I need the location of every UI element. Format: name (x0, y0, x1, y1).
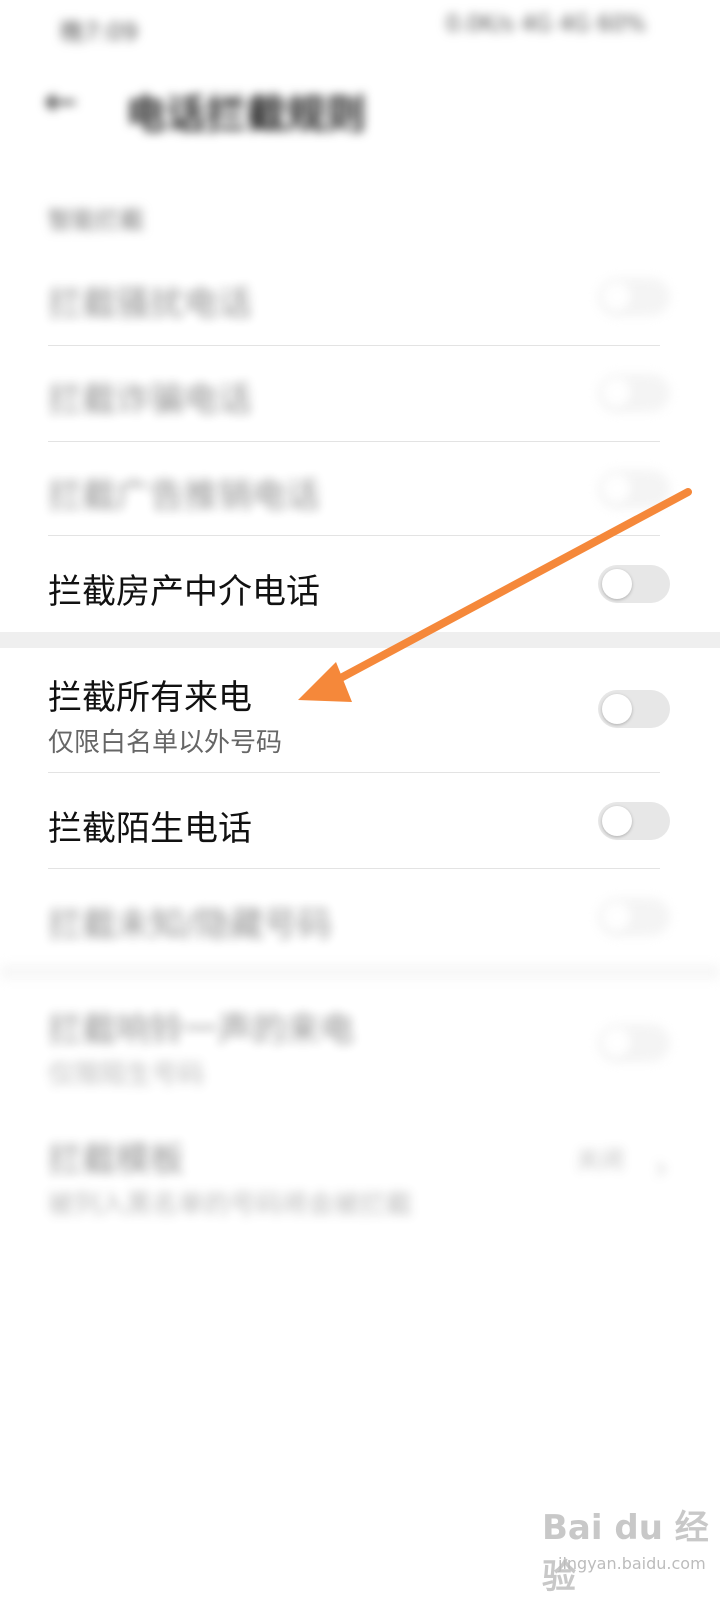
settings-row-block-hidden-numbers[interactable]: 拦截未知/隐藏号码 (0, 869, 720, 964)
status-bar: 晚7:09 0.0K/s 4G 4G 60% (0, 0, 720, 50)
status-time: 晚7:09 (60, 18, 138, 46)
settings-row-block-strangers[interactable]: 拦截陌生电话 (0, 773, 720, 868)
toggle-knob (602, 282, 632, 312)
baidu-jingyan-watermark: Bai du 经验 (542, 1508, 709, 1597)
watermark-url: jingyan.baidu.com (558, 1554, 706, 1573)
section-gap (0, 632, 720, 648)
toggle-knob (602, 474, 632, 504)
settings-row-block-real-estate[interactable]: 拦截房产中介电话 (0, 536, 720, 632)
settings-row-block-one-ring[interactable]: 拦截响铃一声的来电 仅限陌生号码 (0, 982, 720, 1102)
toggle-knob (602, 378, 632, 408)
toggle-switch[interactable] (598, 470, 670, 508)
row-title: 拦截未知/隐藏号码 (48, 905, 332, 945)
toggle-switch[interactable] (598, 1024, 670, 1062)
section-label: 智能拦截 (48, 206, 144, 234)
header: ← 电话拦截规则 (0, 68, 720, 148)
row-title: 拦截诈骗电话 (48, 380, 252, 420)
row-subtitle: 仅限白名单以外号码 (48, 728, 283, 758)
toggle-knob (602, 806, 632, 836)
row-value: 关闭 (576, 1146, 624, 1174)
settings-row-block-ads[interactable]: 拦截广告推销电话 (0, 442, 720, 535)
toggle-knob (602, 569, 632, 599)
page-title: 电话拦截规则 (126, 92, 366, 138)
toggle-switch[interactable] (598, 802, 670, 840)
toggle-switch[interactable] (598, 690, 670, 728)
row-title: 拦截响铃一声的来电 (48, 1010, 354, 1050)
row-title: 拦截模板 (48, 1140, 184, 1180)
status-indicators: 0.0K/s 4G 4G 60% (445, 12, 646, 37)
back-arrow-icon[interactable]: ← (44, 80, 88, 124)
toggle-switch[interactable] (598, 565, 670, 603)
settings-row-block-all-calls[interactable]: 拦截所有来电 仅限白名单以外号码 (0, 648, 720, 772)
chevron-right-icon: › (654, 1148, 668, 1188)
row-subtitle: 仅限陌生号码 (48, 1060, 205, 1090)
toggle-knob (602, 1028, 632, 1058)
row-title: 拦截骚扰电话 (48, 284, 252, 324)
settings-row-block-fraud[interactable]: 拦截诈骗电话 (0, 346, 720, 441)
toggle-switch[interactable] (598, 278, 670, 316)
section-gap (0, 964, 720, 980)
toggle-knob (602, 902, 632, 932)
toggle-knob (602, 694, 632, 724)
row-title: 拦截广告推销电话 (48, 476, 320, 516)
toggle-switch[interactable] (598, 898, 670, 936)
settings-row-block-template[interactable]: 拦截模板 被列入黑名单的号码将会被拦截 关闭 › (0, 1110, 720, 1230)
toggle-switch[interactable] (598, 374, 670, 412)
settings-row-block-harassment[interactable]: 拦截骚扰电话 (0, 250, 720, 345)
row-title: 拦截房产中介电话 (48, 572, 320, 612)
row-title: 拦截所有来电 (48, 678, 252, 718)
row-subtitle: 被列入黑名单的号码将会被拦截 (48, 1190, 413, 1220)
row-title: 拦截陌生电话 (48, 809, 252, 849)
